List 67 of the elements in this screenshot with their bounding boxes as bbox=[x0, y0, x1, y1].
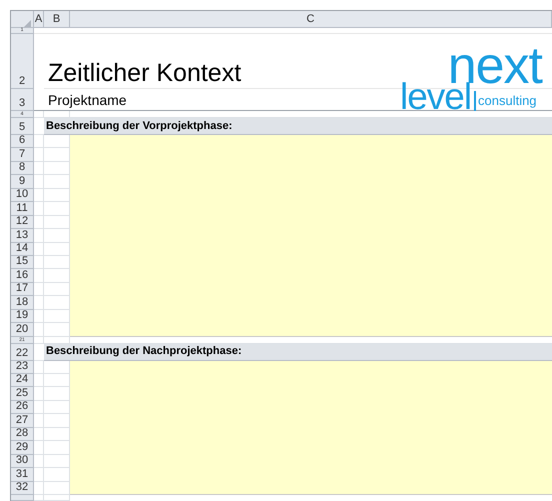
text-input-area[interactable] bbox=[70, 360, 552, 495]
empty-cell bbox=[34, 256, 44, 270]
row-number[interactable]: 30 bbox=[11, 454, 34, 468]
sheet-title: Zeitlicher Kontext bbox=[47, 61, 242, 86]
row-number[interactable]: 3 bbox=[11, 89, 34, 111]
row-number[interactable]: 24 bbox=[11, 374, 34, 388]
row-number[interactable]: 7 bbox=[11, 148, 34, 162]
empty-cell bbox=[34, 360, 44, 374]
empty-cell bbox=[34, 242, 44, 256]
row-number[interactable]: 19 bbox=[11, 310, 34, 324]
row-number[interactable]: 29 bbox=[11, 441, 34, 455]
empty-cell bbox=[34, 188, 44, 202]
empty-cell bbox=[34, 269, 44, 283]
empty-cell bbox=[34, 428, 44, 442]
text-input-area[interactable] bbox=[70, 135, 552, 337]
project-name: Projektname bbox=[47, 93, 127, 107]
row-number[interactable]: 8 bbox=[11, 162, 34, 176]
logo-divider bbox=[474, 91, 476, 111]
row-number[interactable]: 20 bbox=[11, 323, 34, 337]
section-heading: Beschreibung der Vorprojektphase: bbox=[46, 120, 232, 132]
empty-cell bbox=[34, 162, 44, 176]
row-number[interactable]: 22 bbox=[11, 344, 34, 361]
row-number[interactable]: 16 bbox=[11, 269, 34, 283]
empty-cell bbox=[34, 175, 44, 189]
row-number[interactable]: 26 bbox=[11, 400, 34, 414]
row-number[interactable]: 9 bbox=[11, 175, 34, 189]
logo-word: consulting bbox=[478, 94, 537, 108]
column-header[interactable]: C bbox=[70, 11, 552, 28]
empty-cell bbox=[34, 282, 44, 296]
row-number[interactable]: 5 bbox=[11, 118, 34, 135]
empty-cell bbox=[34, 400, 44, 414]
row-number[interactable]: 28 bbox=[11, 428, 34, 442]
empty-cell bbox=[34, 296, 44, 310]
row-number[interactable]: 15 bbox=[11, 256, 34, 270]
row-number[interactable]: 32 bbox=[11, 482, 34, 495]
row-number[interactable]: 14 bbox=[11, 242, 34, 256]
row-number[interactable]: 23 bbox=[11, 360, 34, 374]
empty-cell bbox=[34, 229, 44, 242]
section-heading: Beschreibung der Nachprojektphase: bbox=[46, 346, 242, 358]
row-number[interactable]: 10 bbox=[11, 188, 34, 202]
empty-cell bbox=[34, 454, 44, 468]
empty-cell bbox=[34, 323, 44, 337]
empty-cell bbox=[34, 441, 44, 455]
row-number[interactable]: 25 bbox=[11, 387, 34, 401]
empty-cell bbox=[34, 310, 44, 324]
column-header[interactable]: B bbox=[44, 11, 70, 28]
empty-cell bbox=[34, 387, 44, 401]
row-number[interactable]: 11 bbox=[11, 202, 34, 216]
row-number[interactable]: 18 bbox=[11, 296, 34, 310]
empty-cell bbox=[34, 135, 44, 148]
empty-cell bbox=[34, 482, 44, 495]
select-all-corner[interactable] bbox=[11, 11, 34, 28]
corner-triangle-icon bbox=[24, 20, 31, 27]
row-number[interactable]: 27 bbox=[11, 414, 34, 428]
empty-cell bbox=[34, 216, 44, 230]
row-number[interactable]: 31 bbox=[11, 468, 34, 482]
empty-cell bbox=[34, 374, 44, 388]
row-number[interactable]: 12 bbox=[11, 216, 34, 230]
empty-cell bbox=[34, 468, 44, 482]
empty-cell bbox=[34, 414, 44, 428]
row-number[interactable]: 6 bbox=[11, 135, 34, 148]
empty-cell bbox=[34, 202, 44, 216]
column-header[interactable]: A bbox=[34, 11, 44, 28]
empty-cell bbox=[34, 148, 44, 162]
row-number[interactable]: 17 bbox=[11, 282, 34, 296]
row-number[interactable]: 13 bbox=[11, 229, 34, 242]
row-number[interactable]: 2 bbox=[11, 34, 34, 89]
